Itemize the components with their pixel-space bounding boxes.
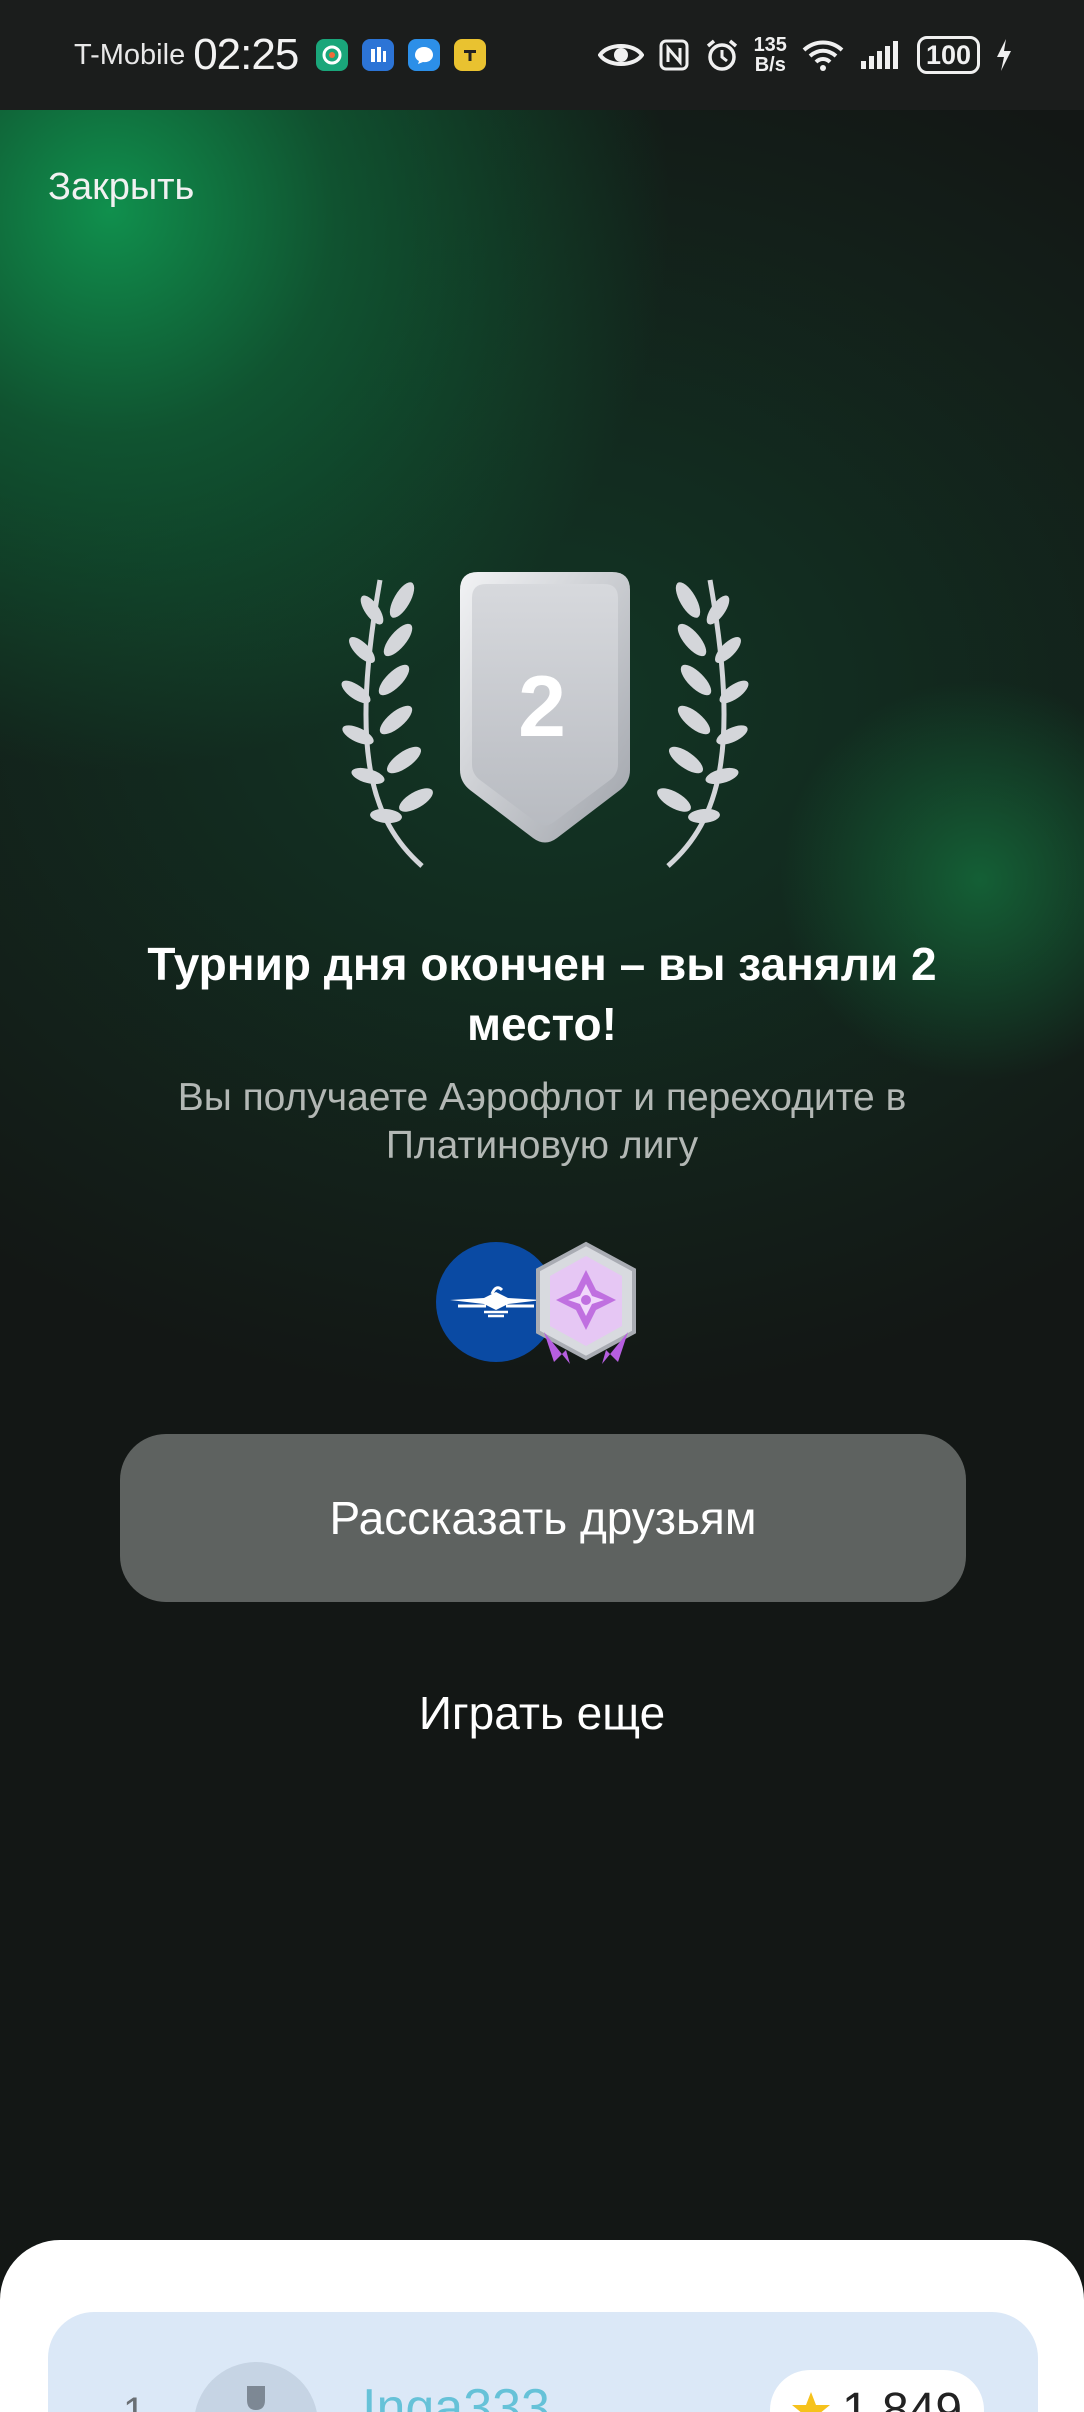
app-yellow-icon <box>454 39 487 71</box>
result-subtitle: Вы получаете Аэрофлот и переходите в Пла… <box>177 1076 907 1167</box>
right-laurel <box>657 579 749 868</box>
network-speed-value: 135 <box>753 34 787 56</box>
play-again-button[interactable]: Играть еще <box>300 1686 784 1740</box>
battery-indicator: 100 <box>916 36 980 74</box>
score-value: 1 849 <box>842 2383 963 2412</box>
network-speed-unit: B/s <box>754 54 786 76</box>
status-bar: T-Mobile 02:25 135 B/s 100 <box>0 0 1084 110</box>
platinum-league-badge-icon <box>536 1241 636 1364</box>
app-green-icon <box>316 39 349 71</box>
row-rank: 1 <box>123 2390 146 2412</box>
network-speed: 135 B/s <box>754 35 787 75</box>
avatar-placeholder-icon <box>247 2386 265 2410</box>
app-blue-icon <box>362 39 395 71</box>
avatar <box>194 2362 318 2412</box>
wifi-icon <box>801 38 845 72</box>
star-icon <box>792 2392 830 2412</box>
place-number: 2 <box>518 659 566 755</box>
nfc-icon <box>658 38 690 72</box>
signal-icon <box>859 39 903 71</box>
close-button[interactable]: Закрыть <box>48 166 194 209</box>
share-with-friends-button[interactable]: Рассказать друзьям <box>120 1434 966 1602</box>
carrier-label: T-Mobile <box>74 38 186 71</box>
player-name: Inga333 <box>362 2379 550 2412</box>
player-score: 1 849 <box>770 2370 984 2412</box>
result-title: Турнир дня окончен – вы заняли 2 место! <box>147 938 937 1050</box>
left-laurel <box>341 579 433 868</box>
rewards <box>436 1241 636 1364</box>
clock: 02:25 <box>193 30 299 79</box>
leaderboard-row[interactable]: 1 Inga333 1 849 <box>48 2312 1038 2412</box>
background <box>0 0 1084 2412</box>
alarm-icon <box>704 37 740 73</box>
eye-icon <box>597 40 644 70</box>
status-icons: 135 B/s 100 <box>597 35 1014 75</box>
charging-icon <box>994 37 1014 73</box>
app-chat-icon <box>408 39 441 71</box>
